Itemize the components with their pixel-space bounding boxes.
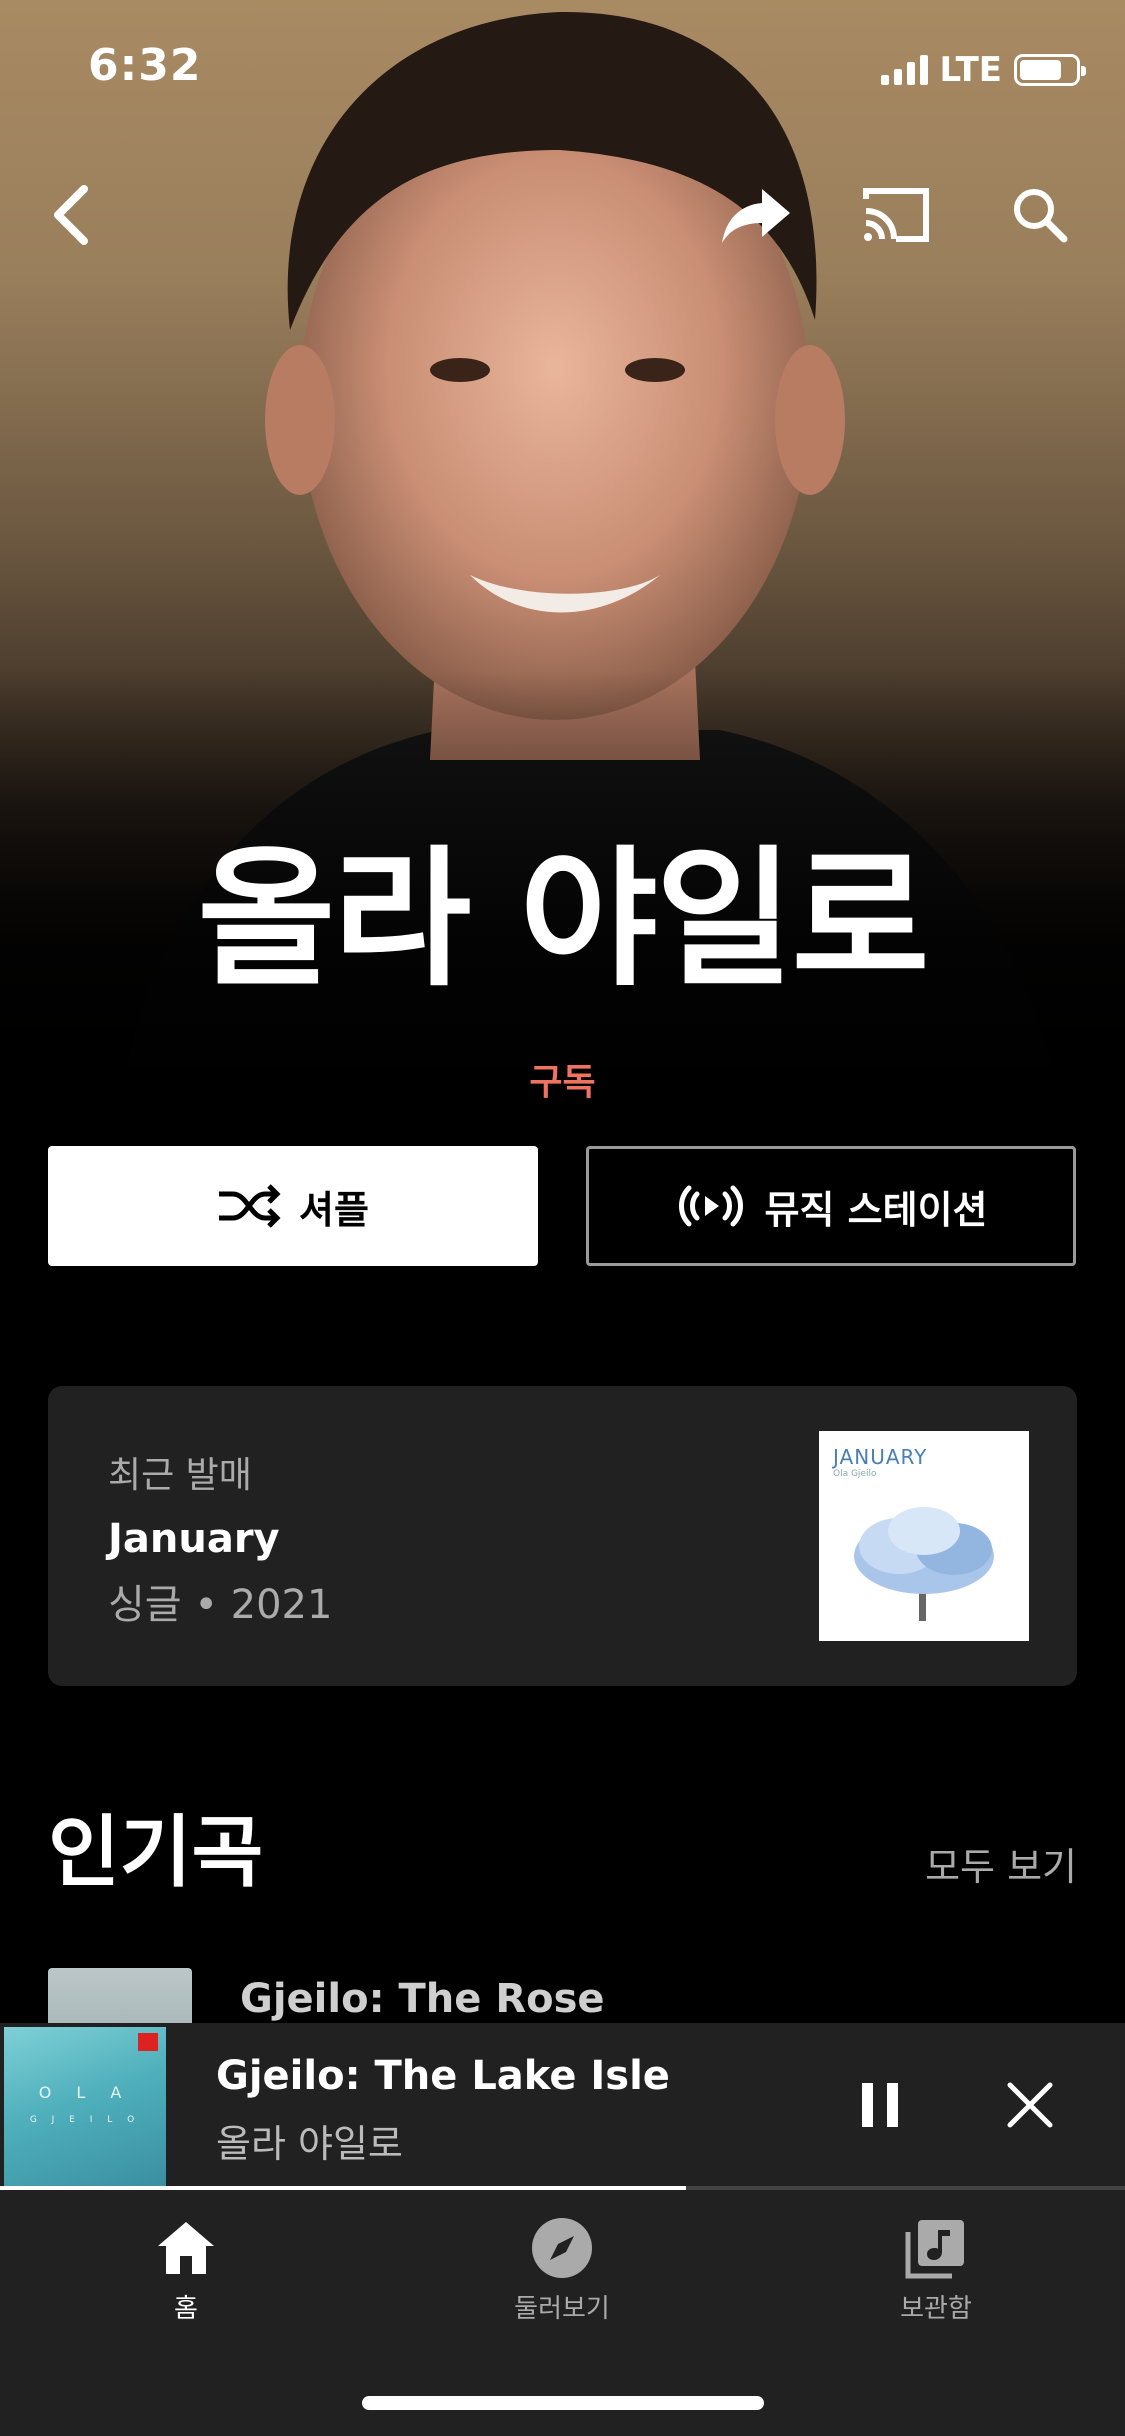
battery-icon xyxy=(1014,54,1086,86)
artist-name: 올라 야일로 xyxy=(197,833,929,1007)
song-thumbnail xyxy=(48,1968,192,2026)
pause-icon xyxy=(862,2083,898,2127)
search-button[interactable] xyxy=(1000,175,1080,255)
tab-home-label: 홈 xyxy=(174,2294,198,2324)
network-type: LTE xyxy=(939,50,1002,90)
now-playing-artist: 올라 야일로 xyxy=(216,2122,403,2166)
cast-icon xyxy=(863,188,929,242)
close-icon xyxy=(1007,2082,1053,2128)
shuffle-icon xyxy=(219,1184,281,1228)
music-station-button[interactable]: 뮤직 스테이션 xyxy=(586,1146,1076,1266)
tab-home[interactable]: 홈 xyxy=(86,2210,286,2325)
status-indicators: LTE xyxy=(880,50,1086,90)
label-logo xyxy=(138,2033,158,2051)
popular-songs-title: 인기곡 xyxy=(48,1808,264,1898)
cellular-signal-icon xyxy=(880,55,928,85)
artwork-text-secondary: G J E I L O xyxy=(29,2115,141,2125)
share-button[interactable] xyxy=(716,175,796,255)
list-item[interactable]: Gjeilo: The Rose xyxy=(0,1966,1125,2026)
tab-explore[interactable]: 둘러보기 xyxy=(462,2210,662,2325)
subscribe-button[interactable]: 구독 xyxy=(0,1053,1125,1105)
latest-release-label: 최근 발매 xyxy=(108,1455,252,1496)
library-icon xyxy=(905,2220,964,2279)
shuffle-label: 셔플 xyxy=(299,1187,369,1232)
share-arrow-icon xyxy=(722,189,790,243)
now-playing-artwork: O L A G J E I L O xyxy=(4,2027,166,2189)
tab-explore-label: 둘러보기 xyxy=(514,2294,610,2324)
cast-button[interactable] xyxy=(856,175,936,255)
tab-library-label: 보관함 xyxy=(900,2294,972,2324)
close-player-button[interactable] xyxy=(990,2065,1070,2145)
status-bar: 6:32 LTE xyxy=(0,0,1125,140)
radio-broadcast-icon xyxy=(678,1185,743,1227)
back-button[interactable] xyxy=(32,175,112,255)
pause-button[interactable] xyxy=(840,2065,920,2145)
home-indicator xyxy=(362,2396,764,2410)
shuffle-button[interactable]: 셔플 xyxy=(48,1146,538,1266)
status-time: 6:32 xyxy=(88,40,202,91)
song-title: Gjeilo: The Rose xyxy=(240,1976,605,2022)
tree-illustration xyxy=(854,1507,994,1621)
latest-release-card[interactable]: 최근 발매 January 싱글 • 2021 JANUARY Ola Gjei… xyxy=(48,1386,1077,1686)
music-station-label: 뮤직 스테이션 xyxy=(764,1187,988,1232)
home-icon xyxy=(158,2222,214,2274)
see-all-link[interactable]: 모두 보기 xyxy=(925,1836,1077,1891)
artwork-text: O L A xyxy=(38,2083,132,2102)
chevron-left-icon xyxy=(54,185,88,245)
mini-player[interactable]: O L A G J E I L O Gjeilo: The Lake Isle … xyxy=(0,2023,1125,2189)
latest-release-title: January xyxy=(108,1516,280,1562)
search-icon xyxy=(1014,189,1068,243)
latest-release-meta: 싱글 • 2021 xyxy=(108,1582,333,1628)
latest-release-artwork: JANUARY Ola Gjeilo xyxy=(819,1431,1029,1641)
tab-library[interactable]: 보관함 xyxy=(836,2210,1036,2325)
compass-icon xyxy=(532,2218,592,2278)
now-playing-title: Gjeilo: The Lake Isle xyxy=(216,2053,670,2099)
